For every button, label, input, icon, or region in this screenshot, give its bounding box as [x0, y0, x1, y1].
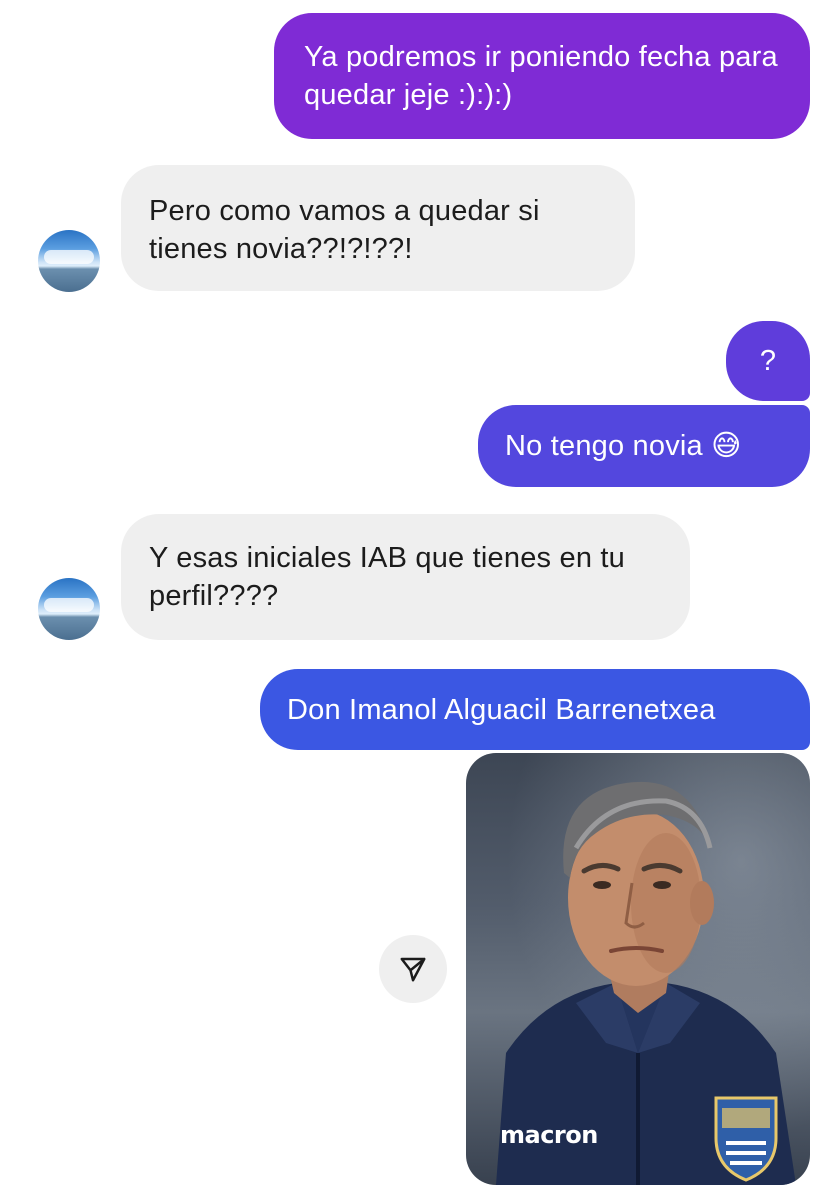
message-outgoing[interactable]: ? — [726, 321, 810, 401]
contact-avatar[interactable] — [38, 230, 100, 292]
message-text: ? — [759, 345, 777, 377]
message-outgoing[interactable]: Ya podremos ir poniendo fecha para queda… — [274, 13, 810, 139]
club-crest — [714, 1096, 778, 1182]
message-text: Y esas iniciales IAB que tienes en tu pe… — [149, 542, 625, 612]
send-arrow-icon — [400, 957, 426, 982]
jacket-logo: macron — [500, 1121, 598, 1149]
message-incoming[interactable]: Pero como vamos a quedar si tienes novia… — [121, 165, 635, 291]
message-text: No tengo novia 😅 — [505, 430, 742, 462]
message-text: Don Imanol Alguacil Barrenetxea — [287, 694, 716, 726]
message-text: Ya podremos ir poniendo fecha para queda… — [304, 41, 778, 111]
contact-avatar[interactable] — [38, 578, 100, 640]
message-text: Pero como vamos a quedar si tienes novia… — [149, 195, 540, 265]
share-button[interactable] — [379, 935, 447, 1003]
avatar-cloud — [44, 598, 94, 612]
message-incoming[interactable]: Y esas iniciales IAB que tienes en tu pe… — [121, 514, 690, 640]
message-outgoing[interactable]: Don Imanol Alguacil Barrenetxea — [260, 669, 810, 750]
message-outgoing[interactable]: No tengo novia 😅 — [478, 405, 810, 487]
photo-message[interactable]: macron — [466, 753, 810, 1185]
avatar-cloud — [44, 250, 94, 264]
